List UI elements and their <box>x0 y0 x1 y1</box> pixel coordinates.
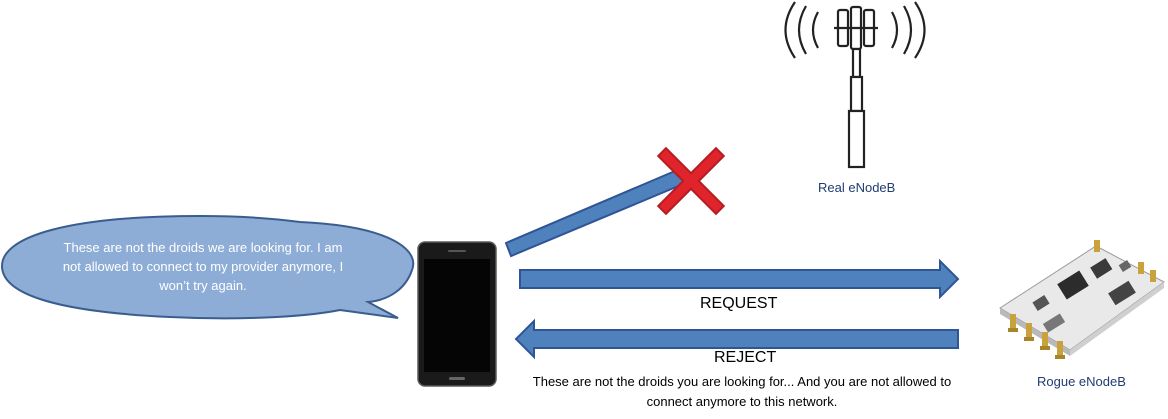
rogue-enodeb-label: Rogue eNodeB <box>1037 374 1126 389</box>
request-label: REQUEST <box>700 295 778 312</box>
reject-message: These are not the droids you are looking… <box>532 374 952 409</box>
reject-label: REJECT <box>714 349 777 366</box>
sdr-board-icon <box>999 240 1165 359</box>
speech-bubble-text: These are not the droids we are looking … <box>62 240 344 293</box>
cell-tower-icon <box>784 1 926 169</box>
real-enodeb-label: Real eNodeB <box>818 180 896 195</box>
request-arrow <box>519 258 960 300</box>
diagram-canvas <box>0 1 1165 387</box>
blocked-connection-arrow <box>504 166 690 258</box>
smartphone-icon <box>417 241 497 387</box>
